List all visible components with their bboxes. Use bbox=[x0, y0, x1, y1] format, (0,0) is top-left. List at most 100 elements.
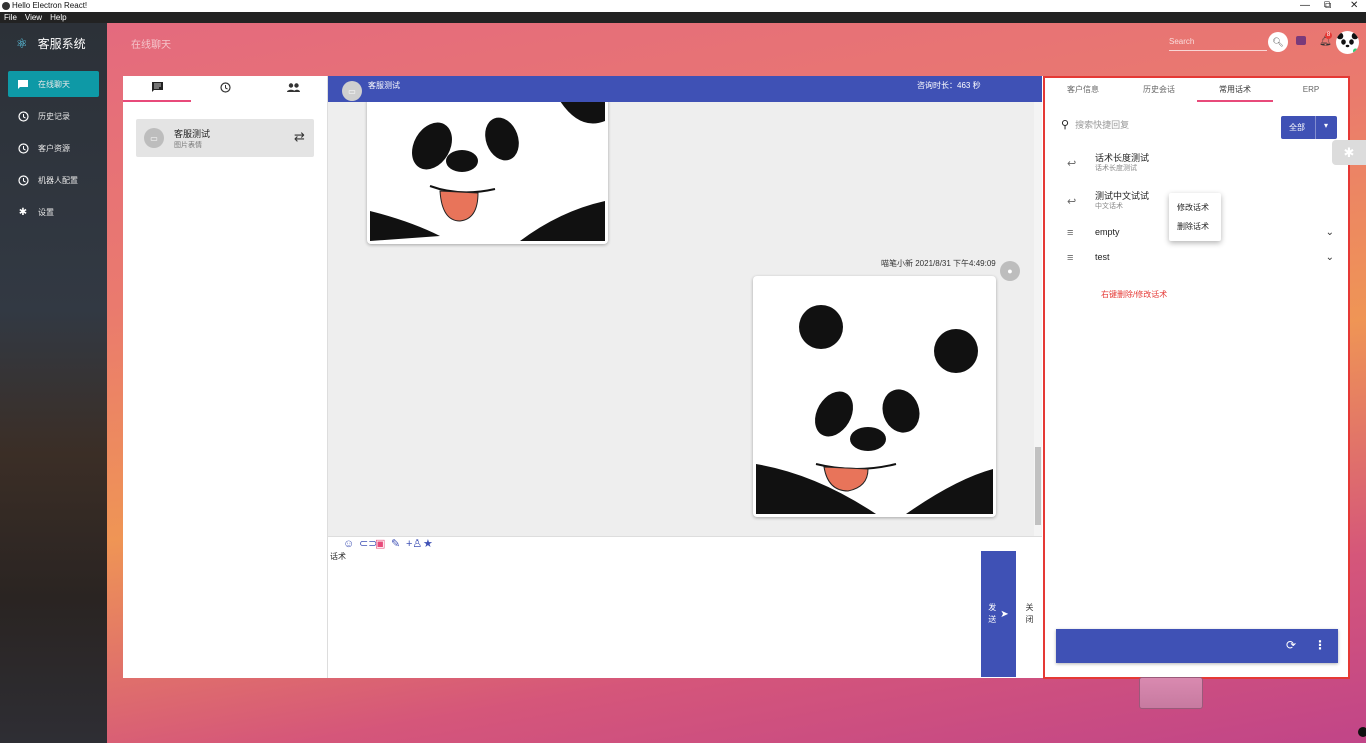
search-input[interactable]: Search bbox=[1169, 33, 1267, 51]
messages-icon[interactable] bbox=[1296, 36, 1306, 45]
tab-contacts[interactable] bbox=[259, 76, 327, 102]
sidebar-item-settings[interactable]: ✱ 设置 bbox=[8, 199, 99, 225]
reply-icon: ↩ bbox=[1067, 158, 1077, 170]
chat-header: ▭ 客服测试 咨询时长：463 秒 bbox=[328, 76, 1042, 102]
session-item[interactable]: ▭ 客服测试 图片表情 ⇄ bbox=[136, 119, 314, 157]
star-icon[interactable]: ★ bbox=[423, 537, 433, 551]
message-input-value: 话术 bbox=[330, 552, 346, 561]
edit-icon[interactable]: ✎ bbox=[391, 537, 400, 551]
sidebar: ⚛ 客服系统 在线聊天 历史记录 客户资源 机器人配置 ✱ 设置 bbox=[0, 23, 107, 743]
context-menu: 修改话术 删除话术 bbox=[1169, 193, 1221, 241]
quick-reply-title: empty bbox=[1095, 227, 1120, 237]
close-label: 关 闭 bbox=[1025, 603, 1034, 624]
tab-chats[interactable] bbox=[123, 76, 191, 102]
notification-badge: 8 bbox=[1325, 32, 1332, 39]
search-icon[interactable]: 🔍︎ bbox=[1268, 32, 1288, 52]
panda-sticker-image bbox=[756, 279, 993, 514]
tab-erp[interactable]: ERP bbox=[1273, 78, 1349, 102]
history-icon bbox=[17, 110, 29, 122]
menu-view[interactable]: View bbox=[25, 13, 42, 22]
image-icon[interactable]: ▣ bbox=[375, 537, 385, 551]
menu-bar: File View Help bbox=[0, 12, 1366, 23]
minimize-button[interactable]: — bbox=[1300, 0, 1310, 12]
customer-icon bbox=[17, 142, 29, 154]
brand: ⚛ 客服系统 bbox=[16, 35, 86, 52]
filter-dropdown[interactable]: 全部 ▾ bbox=[1281, 116, 1337, 139]
right-panel: 客户信息 历史会话 常用话术 ERP ⚲ 搜索快捷回复 全部 ▾ ↩ 话术长度测试… bbox=[1043, 76, 1350, 679]
add-user-icon[interactable]: +♙ bbox=[406, 537, 422, 551]
page-title: 在线聊天 bbox=[131, 40, 171, 51]
corner-icon[interactable] bbox=[1358, 727, 1366, 737]
tab-quick-replies[interactable]: 常用话术 bbox=[1197, 78, 1273, 102]
window-title-bar: Hello Electron React! — ⧉ ✕ bbox=[0, 0, 1366, 12]
robot-icon bbox=[17, 174, 29, 186]
input-toolbar: ☺ ⊂⊃ ▣ ✎ +♙ ★ bbox=[328, 536, 1042, 550]
react-logo-icon: ⚛ bbox=[16, 35, 28, 51]
chevron-down-icon[interactable]: ⌄ bbox=[1326, 227, 1334, 238]
image-message[interactable] bbox=[367, 102, 608, 244]
chevron-down-icon[interactable]: ⌄ bbox=[1326, 252, 1334, 263]
context-menu-edit[interactable]: 修改话术 bbox=[1177, 202, 1209, 213]
list-icon: ≡ bbox=[1067, 252, 1074, 264]
sidebar-item-label: 机器人配置 bbox=[38, 175, 78, 185]
close-chat-button[interactable]: 关 闭 bbox=[1017, 551, 1042, 677]
chat-title: 客服测试 bbox=[368, 81, 400, 90]
sidebar-item-customers[interactable]: 客户资源 bbox=[8, 135, 99, 161]
brand-name: 客服系统 bbox=[37, 37, 86, 51]
sidebar-item-chat[interactable]: 在线聊天 bbox=[8, 71, 99, 97]
menu-file[interactable]: File bbox=[4, 13, 17, 22]
hint-text: 右键删除/修改话术 bbox=[1101, 290, 1168, 299]
session-name: 客服测试 bbox=[174, 129, 211, 139]
message-list: 喵笔小新 2021/8/31 下午4:49:09 ● bbox=[328, 102, 1042, 536]
sidebar-item-label: 在线聊天 bbox=[38, 79, 70, 89]
sidebar-item-label: 客户资源 bbox=[38, 143, 70, 153]
panda-sticker-image bbox=[370, 102, 605, 241]
quick-reply-item[interactable]: ↩ 话术长度测试 话术长度测试 bbox=[1063, 151, 1338, 179]
sidebar-item-robot[interactable]: 机器人配置 bbox=[8, 167, 99, 193]
tab-customer-info[interactable]: 客户信息 bbox=[1045, 78, 1121, 102]
search-icon: ⚲ bbox=[1061, 119, 1070, 131]
quick-reply-search[interactable]: ⚲ 搜索快捷回复 bbox=[1061, 118, 1129, 131]
gear-icon: ✱ bbox=[18, 206, 28, 218]
sidebar-item-label: 历史记录 bbox=[38, 111, 70, 121]
quick-reply-group[interactable]: ≡ test ⌄ bbox=[1063, 252, 1338, 280]
session-avatar: ▭ bbox=[144, 128, 164, 148]
quick-reply-subtitle: 话术长度测试 bbox=[1095, 165, 1137, 172]
app-icon bbox=[2, 2, 10, 10]
settings-fab-icon[interactable]: ✱ bbox=[1332, 140, 1366, 165]
quick-reply-search-placeholder: 搜索快捷回复 bbox=[1075, 120, 1130, 130]
transfer-icon[interactable]: ⇄ bbox=[294, 129, 305, 145]
filter-label: 全部 bbox=[1289, 123, 1305, 132]
chevron-down-icon[interactable]: ▾ bbox=[1324, 121, 1328, 130]
refresh-icon[interactable]: ⟳ bbox=[1286, 638, 1296, 652]
messages-scrollbar[interactable] bbox=[1034, 102, 1042, 536]
list-icon: ≡ bbox=[1067, 227, 1074, 239]
session-subtitle: 图片表情 bbox=[174, 142, 202, 149]
close-window-button[interactable]: ✕ bbox=[1350, 0, 1358, 12]
contacts-icon bbox=[286, 83, 300, 95]
reply-icon: ↩ bbox=[1067, 196, 1077, 208]
more-vert-icon[interactable]: ⋮ bbox=[1314, 638, 1326, 652]
context-menu-delete[interactable]: 删除话术 bbox=[1177, 221, 1209, 232]
message-input[interactable]: 话术 bbox=[328, 550, 980, 678]
tab-history-sessions[interactable]: 历史会话 bbox=[1121, 78, 1197, 102]
image-message[interactable] bbox=[753, 276, 996, 517]
chat-duration: 咨询时长：463 秒 bbox=[917, 81, 981, 90]
sidebar-item-label: 设置 bbox=[38, 207, 54, 217]
avatar[interactable] bbox=[1336, 31, 1359, 54]
menu-help[interactable]: Help bbox=[50, 13, 66, 22]
quick-reply-title: test bbox=[1095, 252, 1110, 262]
scrollbar-thumb[interactable] bbox=[1035, 447, 1041, 525]
emoji-icon[interactable]: ☺ bbox=[343, 537, 354, 551]
chat-list-icon bbox=[151, 81, 163, 95]
send-label: 发 送 bbox=[988, 603, 997, 624]
send-icon: ➤ bbox=[1000, 608, 1009, 620]
chat-icon bbox=[17, 78, 29, 90]
tab-history[interactable] bbox=[191, 76, 259, 102]
quick-reply-subtitle: 中文话术 bbox=[1095, 203, 1123, 210]
sidebar-item-history[interactable]: 历史记录 bbox=[8, 103, 99, 129]
floating-widget[interactable] bbox=[1139, 677, 1203, 709]
maximize-button[interactable]: ⧉ bbox=[1324, 0, 1331, 12]
send-button[interactable]: 发 送 ➤ bbox=[981, 551, 1016, 677]
chat-avatar: ▭ bbox=[342, 81, 362, 101]
